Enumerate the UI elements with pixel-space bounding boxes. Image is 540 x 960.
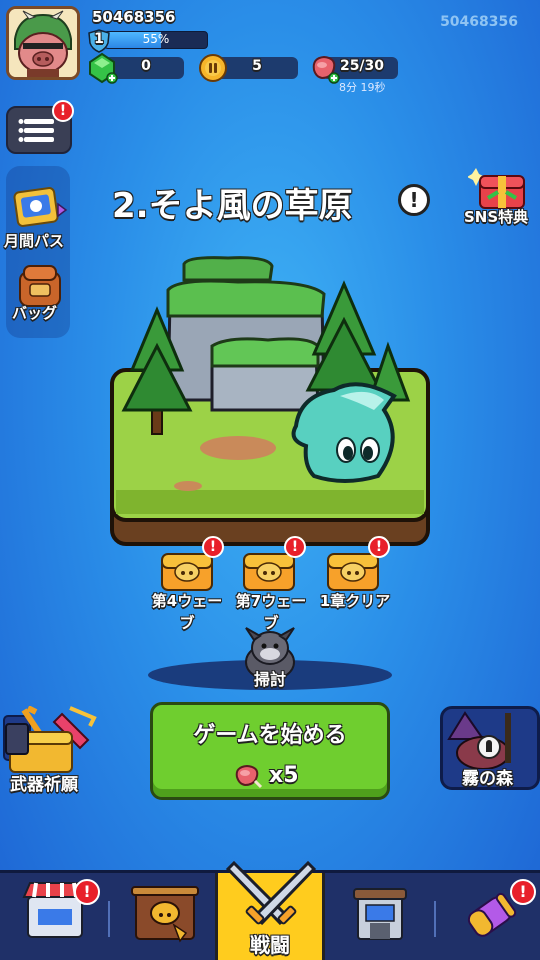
gem-icon bbox=[89, 52, 118, 84]
stage-island-illustration[interactable] bbox=[108, 250, 432, 550]
player-avatar[interactable] bbox=[6, 6, 80, 80]
pig-scroll-icon bbox=[131, 886, 199, 943]
stage-title: 2.そよ風の草原 bbox=[112, 186, 353, 226]
xp-percent-label: 55% bbox=[142, 32, 170, 46]
nav-divider bbox=[108, 901, 110, 937]
wave4-chest-badge: ! bbox=[202, 536, 224, 558]
stamina-timer: 8分 19秒 bbox=[339, 81, 386, 94]
start-game-label: ゲームを始める bbox=[193, 723, 347, 748]
bag-label: バッグ bbox=[12, 304, 58, 322]
weapon-chest-icon bbox=[3, 705, 97, 773]
coins-value: 5 bbox=[252, 58, 262, 74]
wave7-chest-badge: ! bbox=[284, 536, 306, 558]
witch-lock-icon bbox=[447, 711, 511, 770]
pig-warrior-icon bbox=[9, 9, 77, 77]
coin-icon bbox=[199, 54, 227, 82]
forge-building-icon bbox=[353, 888, 407, 940]
nav-battle[interactable]: 戦闘 bbox=[215, 860, 325, 960]
monthly-pass-label: 月間パス bbox=[4, 232, 65, 250]
sweep-label: 掃討 bbox=[253, 670, 286, 689]
shop-alert-badge: ! bbox=[74, 879, 100, 905]
start-cost: x5 bbox=[269, 763, 299, 788]
sns-bonus-button[interactable] bbox=[467, 164, 534, 244]
stamina-value: 25/30 bbox=[339, 58, 385, 74]
nav-battle-label: 戦闘 bbox=[250, 933, 290, 957]
gacha-alert-badge: ! bbox=[510, 879, 536, 905]
player-id-watermark: 50468356 bbox=[440, 14, 518, 30]
chapter1-chest-label: 1章クリア bbox=[319, 592, 391, 610]
slime-monster-icon bbox=[291, 382, 397, 483]
wave4-chest-label: 第4ウェー ブ bbox=[151, 592, 223, 632]
chapter1-chest-badge: ! bbox=[368, 536, 390, 558]
nav-forge[interactable] bbox=[332, 873, 428, 960]
sns-bonus-label: SNS特典 bbox=[464, 208, 529, 226]
crossed-swords-icon bbox=[225, 860, 317, 925]
meat-stamina-icon bbox=[235, 764, 263, 789]
bottom-nav: ! 戦闘 ! bbox=[0, 860, 540, 960]
weapon-wish-label: 武器祈願 bbox=[10, 775, 78, 795]
nav-divider bbox=[434, 901, 436, 937]
stage-info-icon[interactable]: ! bbox=[398, 184, 430, 216]
nav-equipment[interactable] bbox=[120, 873, 210, 960]
misty-forest-label: 霧の森 bbox=[462, 769, 513, 789]
monthly-pass-icon bbox=[13, 187, 68, 227]
rock-cliff-icon bbox=[166, 256, 326, 412]
menu-alert-badge: ! bbox=[52, 100, 74, 122]
start-game-button[interactable]: ゲームを始める x5 bbox=[150, 702, 390, 800]
gems-value: 0 bbox=[141, 58, 151, 74]
player-id: 50468356 bbox=[92, 8, 176, 26]
